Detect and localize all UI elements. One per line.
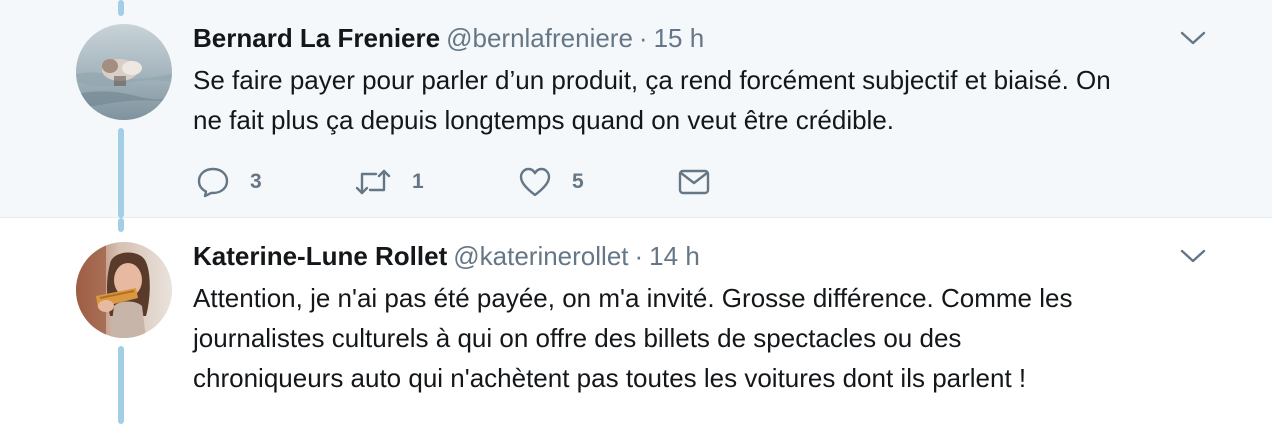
retweet-icon bbox=[354, 167, 392, 197]
tweet-text-line: ne fait plus ça depuis longtemps quand o… bbox=[193, 105, 895, 135]
tweet[interactable]: Bernard La Freniere @bernlafreniere · 15 h … bbox=[0, 0, 1272, 218]
tweet-header: Bernard La Freniere @bernlafreniere · 15 h bbox=[193, 22, 704, 54]
chevron-down-icon[interactable] bbox=[1180, 248, 1206, 264]
envelope-icon bbox=[678, 168, 710, 196]
tweet-actions: 3 1 5 bbox=[196, 162, 796, 202]
username[interactable]: @bernlafreniere bbox=[446, 23, 633, 53]
reply-icon bbox=[196, 166, 230, 198]
tweet-text-line: chroniqueurs auto qui n'achètent pas tou… bbox=[193, 363, 1027, 393]
retweet-count: 1 bbox=[412, 170, 424, 193]
heart-icon bbox=[518, 166, 552, 198]
display-name[interactable]: Bernard La Freniere bbox=[193, 23, 440, 53]
like-count: 5 bbox=[572, 170, 584, 193]
separator-dot: · bbox=[634, 241, 644, 271]
tweet-header: Katerine-Lune Rollet @katerinerollet · 14 h bbox=[193, 240, 700, 272]
timestamp[interactable]: 14 h bbox=[649, 241, 700, 271]
thread-connector bbox=[118, 346, 124, 424]
chevron-down-icon[interactable] bbox=[1180, 30, 1206, 46]
conversation-thread: Bernard La Freniere @bernlafreniere · 15 h … bbox=[0, 0, 1272, 424]
direct-message-button[interactable] bbox=[678, 162, 710, 202]
retweet-button[interactable]: 1 bbox=[354, 162, 424, 202]
tweet[interactable]: Katerine-Lune Rollet @katerinerollet · 14 h… bbox=[0, 218, 1272, 424]
avatar-image bbox=[76, 24, 172, 120]
reply-button[interactable]: 3 bbox=[196, 162, 262, 202]
separator-dot: · bbox=[638, 23, 648, 53]
tweet-text-line: Attention, je n'ai pas été payée, on m'a… bbox=[193, 283, 1073, 313]
thread-connector bbox=[118, 128, 124, 218]
tweet-text: Attention, je n'ai pas été payée, on m'a… bbox=[193, 278, 1203, 398]
tweet-text-line: Se faire payer pour parler d’un produit,… bbox=[193, 65, 1111, 95]
username[interactable]: @katerinerollet bbox=[453, 241, 628, 271]
tweet-text-line: journalistes culturels à qui on offre de… bbox=[193, 323, 962, 353]
display-name[interactable]: Katerine-Lune Rollet bbox=[193, 241, 447, 271]
reply-count: 3 bbox=[250, 170, 262, 193]
like-button[interactable]: 5 bbox=[518, 162, 584, 202]
avatar[interactable] bbox=[76, 24, 172, 120]
avatar[interactable] bbox=[76, 242, 172, 338]
timestamp[interactable]: 15 h bbox=[654, 23, 705, 53]
tweet-text: Se faire payer pour parler d’un produit,… bbox=[193, 60, 1203, 140]
avatar-image bbox=[76, 242, 172, 338]
thread-connector bbox=[118, 218, 124, 232]
thread-connector bbox=[118, 0, 124, 16]
